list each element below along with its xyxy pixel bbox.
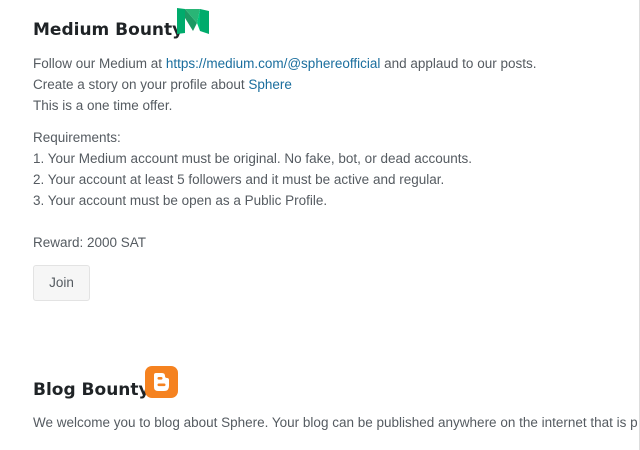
medium-profile-link[interactable]: https://medium.com/@sphereofficial [166, 56, 381, 71]
requirements-heading: Requirements: [33, 130, 121, 145]
requirement-item: 3. Your account must be open as a Public… [33, 193, 328, 208]
follow-text: Follow our Medium at [33, 56, 166, 71]
requirement-item: 1. Your Medium account must be original.… [33, 151, 473, 166]
join-button[interactable]: Join [33, 265, 90, 301]
blog-description: We welcome you to blog about Sphere. You… [33, 415, 638, 430]
medium-bounty-title: Medium Bounty [33, 20, 184, 40]
create-story-text: Create a story on your profile about [33, 77, 249, 92]
blog-bounty-title: Blog Bounty [33, 380, 150, 400]
medium-line-follow: Follow our Medium at https://medium.com/… [33, 53, 536, 74]
reward-text: Reward: 2000 SAT [33, 235, 147, 250]
sphere-link[interactable]: Sphere [248, 77, 292, 92]
one-time-offer-text: This is a one time offer. [33, 98, 173, 113]
medium-line-create: Create a story on your profile about Sph… [33, 74, 536, 95]
blogger-logo-icon [145, 366, 178, 398]
requirements-block: Requirements: 1. Your Medium account mus… [33, 127, 472, 211]
applaud-text: and applaud to our posts. [380, 56, 537, 71]
medium-description: Follow our Medium at https://medium.com/… [33, 53, 536, 116]
medium-logo-icon [177, 8, 209, 34]
requirement-item: 2. Your account at least 5 followers and… [33, 172, 445, 187]
